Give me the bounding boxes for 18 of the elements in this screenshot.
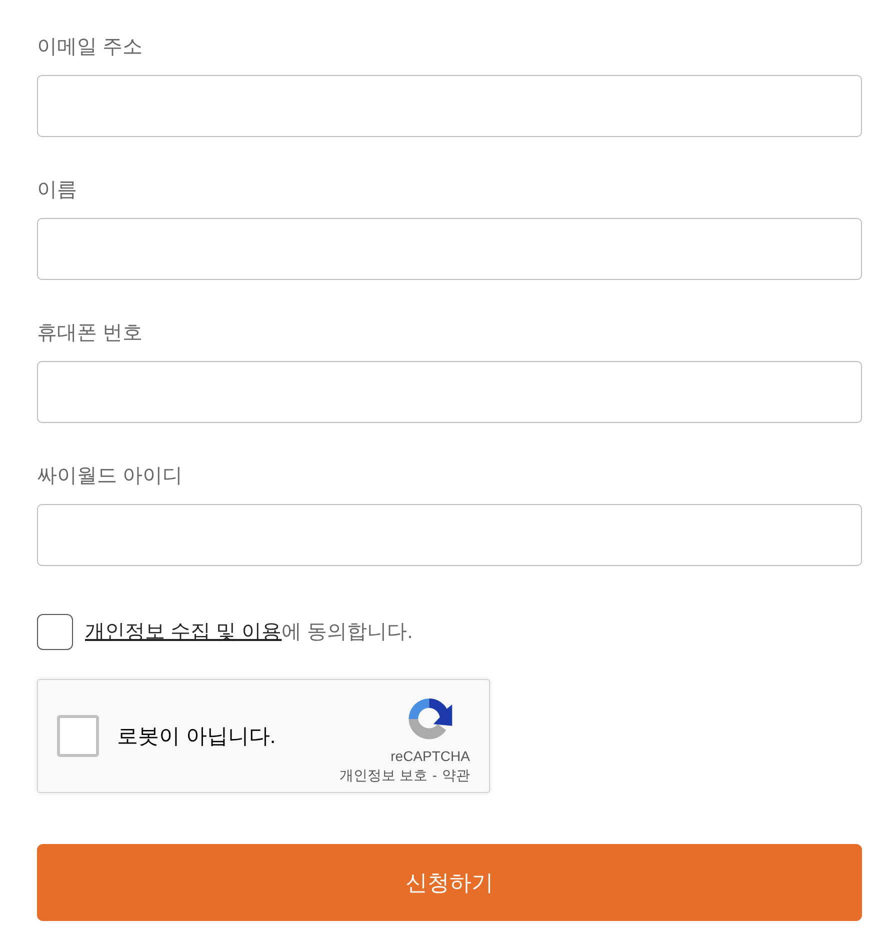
circular-arrows-icon [407,696,454,742]
privacy-link[interactable]: 개인정보 보호 [339,765,428,785]
checkbox[interactable] [37,614,73,650]
brand-text: reCAPTCHA [390,747,470,765]
consent-text: 개인정보 수집 및 이용에 동의합니다. [85,620,413,645]
checkbox[interactable] [57,715,99,757]
field-label: 휴대폰 번호 [37,321,143,346]
separator-text: - [432,766,437,785]
checkbox-label: 로봇이 아닙니다. [117,724,276,750]
input-field[interactable] [37,75,862,137]
input-field[interactable] [37,361,862,423]
input-field[interactable] [37,218,862,280]
field-label: 이름 [37,178,77,203]
privacy-policy-link[interactable]: 개인정보 수집 및 이용 [85,621,282,643]
field-label: 이메일 주소 [37,35,143,60]
terms-link[interactable]: 약관 [442,765,470,785]
input-field[interactable] [37,504,862,566]
field-label: 싸이월드 아이디 [37,464,183,489]
